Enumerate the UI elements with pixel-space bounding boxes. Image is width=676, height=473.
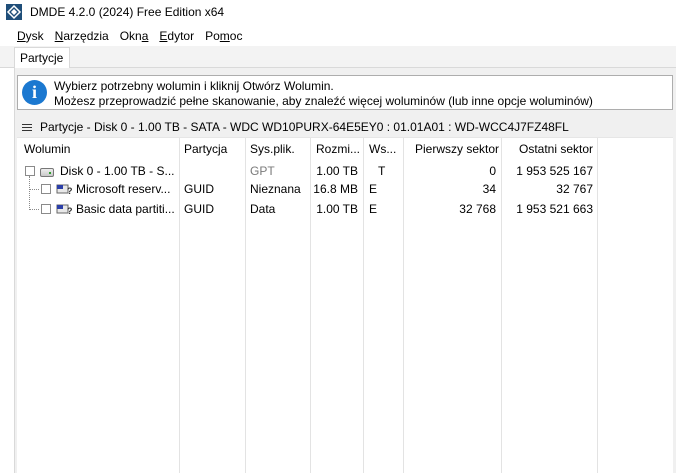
title-bar: DMDE 4.2.0 (2024) Free Edition x64 <box>0 0 676 24</box>
size: 1.00 TB <box>316 202 358 216</box>
tree-line <box>29 189 39 190</box>
window-title: DMDE 4.2.0 (2024) Free Edition x64 <box>30 5 225 19</box>
column-header-rozmiar[interactable]: Rozmi... <box>316 142 360 156</box>
row-checkbox[interactable] <box>41 204 51 214</box>
tab-strip: Partycje <box>0 46 676 69</box>
hard-disk-icon <box>40 168 54 177</box>
partition-table: Wolumin Partycja Sys.plik. Rozmi... Ws..… <box>17 137 673 473</box>
first-sector: 34 <box>482 182 496 196</box>
tree-line <box>29 176 30 210</box>
menu-dysk[interactable]: Dysk <box>0 29 50 43</box>
row-checkbox[interactable] <box>25 166 35 176</box>
panel-title: Partycje - Disk 0 - 1.00 TB - SATA - WDC… <box>40 120 569 134</box>
row-checkbox[interactable] <box>41 184 51 194</box>
flags: E <box>369 202 378 216</box>
size: 16.8 MB <box>313 182 358 196</box>
hamburger-icon[interactable] <box>22 122 32 133</box>
column-separator <box>597 138 598 473</box>
volume-name: Basic data partiti... <box>76 202 175 216</box>
menu-pomoc[interactable]: Pomoc <box>200 29 248 43</box>
volume-unknown-icon: ? <box>56 184 73 195</box>
svg-text:?: ? <box>67 186 73 195</box>
dmde-diamond-icon <box>6 4 22 20</box>
last-sector: 1 953 521 663 <box>516 202 593 216</box>
column-header-pierwszy-sektor[interactable]: Pierwszy sektor <box>415 142 499 156</box>
column-header-sys-plik[interactable]: Sys.plik. <box>250 142 295 156</box>
volume-name: Disk 0 - 1.00 TB - S... <box>60 164 175 178</box>
tab-partycje[interactable]: Partycje <box>14 47 71 69</box>
menu-edytor[interactable]: Edytor <box>154 29 200 43</box>
tree-line <box>29 209 39 210</box>
menu-okna[interactable]: Okna <box>115 29 155 43</box>
info-message-line1: Wybierz potrzebny wolumin i kliknij Otwó… <box>54 79 334 93</box>
column-separator <box>363 138 364 473</box>
volume-unknown-icon: ? <box>56 204 73 215</box>
menu-narzedzia[interactable]: Narzędzia <box>50 29 115 43</box>
svg-text:?: ? <box>67 206 73 215</box>
flags: T <box>378 164 386 178</box>
flags: E <box>369 182 378 196</box>
first-sector: 32 768 <box>459 202 496 216</box>
file-system: Data <box>250 202 276 216</box>
column-separator <box>245 138 246 473</box>
info-message-line2: Możesz przeprowadzić pełne skanowanie, a… <box>54 94 593 108</box>
file-system: GPT <box>250 164 275 178</box>
size: 1.00 TB <box>316 164 358 178</box>
partition-type: GUID <box>184 202 214 216</box>
file-system: Nieznana <box>250 182 301 196</box>
partition-type: GUID <box>184 182 214 196</box>
column-header-partycja[interactable]: Partycja <box>184 142 227 156</box>
info-icon: i <box>22 80 47 105</box>
partition-panel-header: Partycje - Disk 0 - 1.00 TB - SATA - WDC… <box>17 117 673 137</box>
last-sector: 1 953 525 167 <box>516 164 593 178</box>
column-separator <box>179 138 180 473</box>
menu-bar: Dysk Narzędzia Okna Edytor Pomoc <box>0 26 248 46</box>
info-bar: i Wybierz potrzebny wolumin i kliknij Ot… <box>17 75 673 110</box>
column-header-wskazniki[interactable]: Ws... <box>369 142 396 156</box>
volume-name: Microsoft reserv... <box>76 182 171 196</box>
column-header-ostatni-sektor[interactable]: Ostatni sektor <box>519 142 593 156</box>
last-sector: 32 767 <box>556 182 593 196</box>
first-sector: 0 <box>489 164 496 178</box>
column-header-wolumin[interactable]: Wolumin <box>24 142 70 156</box>
